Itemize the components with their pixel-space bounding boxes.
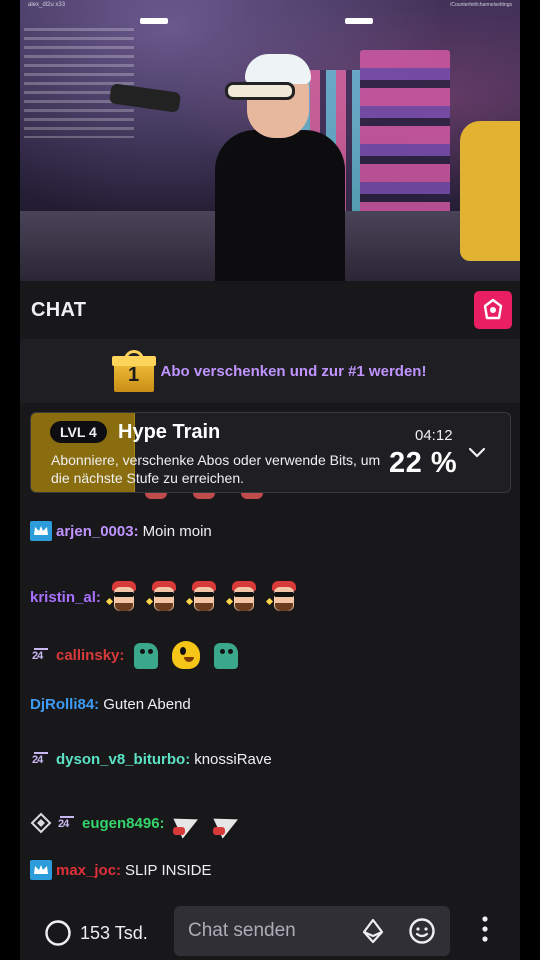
hype-train-percent: 22 % <box>389 447 458 479</box>
emote-dino[interactable] <box>128 637 164 673</box>
gift-number: 1 <box>127 364 140 386</box>
subscriber-badge-icon: 24 <box>56 812 78 834</box>
viewer-count[interactable]: 153 Tsd. <box>44 919 148 947</box>
subscriber-badge-icon: 24 <box>30 644 52 666</box>
prime-badge-icon <box>30 521 52 541</box>
emote-guy[interactable] <box>145 579 181 615</box>
chat-username[interactable]: max_joc: <box>56 862 121 879</box>
chat-message: 24 dyson_v8_biturbo: knossiRave <box>30 748 272 770</box>
hype-train-title: Hype Train <box>118 421 221 443</box>
viewers-icon <box>45 920 71 946</box>
subscriber-badge-icon: 24 <box>30 748 52 770</box>
chat-input-placeholder: Chat senden <box>188 920 296 941</box>
emote-horn[interactable] <box>169 805 205 841</box>
chat-panel: CHAT 1 Abo verschenken und zur #1 werden… <box>20 281 520 960</box>
ceiling-light <box>140 18 168 24</box>
gift-icon: 1 <box>111 350 156 392</box>
video-chair <box>460 121 520 261</box>
hype-train-timer: 04:12 <box>415 427 453 444</box>
chat-message-text: knossiRave <box>194 750 272 768</box>
chat-message-text: Guten Abend <box>103 696 191 713</box>
promo-text: Abo verschenken und zur #1 werden! <box>160 362 427 380</box>
gift-icon <box>483 298 503 320</box>
chat-message: kristin_al: <box>30 579 301 615</box>
chat-username[interactable]: kristin_al: <box>30 589 101 606</box>
stream-overlay-text: alex_dl2u x33 <box>28 2 66 8</box>
chat-username[interactable]: callinsky: <box>56 647 124 664</box>
chat-message: max_joc: SLIP INSIDE <box>30 860 211 880</box>
emote-guy[interactable] <box>265 579 301 615</box>
more-vertical-icon[interactable] <box>479 914 491 944</box>
viewer-count-label: 153 Tsd. <box>80 922 148 943</box>
chat-username[interactable]: DjRolli84: <box>30 696 99 713</box>
chat-bottom-bar: 153 Tsd. Chat senden <box>20 900 520 960</box>
streamer <box>215 54 345 281</box>
emote-guy[interactable] <box>185 579 221 615</box>
gift-promo-banner[interactable]: 1 Abo verschenken und zur #1 werden! <box>20 339 520 403</box>
chat-username[interactable]: eugen8496: <box>82 815 165 832</box>
subscriber-badge-label: 24 <box>32 650 43 662</box>
chat-message: 24 eugen8496: <box>30 805 245 841</box>
gift-sub-button[interactable] <box>474 291 512 329</box>
chat-message-text: Moin moin <box>142 522 212 540</box>
chat-username[interactable]: arjen_0003: <box>56 523 139 540</box>
hype-level-badge: LVL 4 <box>50 421 107 443</box>
hype-train-panel[interactable]: LVL 4 Hype Train Abonniere, verschenke A… <box>30 412 511 493</box>
chat-message: arjen_0003: Moin moin <box>30 521 212 541</box>
chat-message: 24 callinsky: <box>30 637 244 673</box>
subscriber-badge-label: 24 <box>58 818 69 830</box>
emote-guy[interactable] <box>225 579 261 615</box>
stream-overlay-text: /Counterfeit/channelsettings <box>450 2 512 8</box>
stream-chat-overlay <box>24 28 134 138</box>
bits-icon[interactable] <box>360 918 386 944</box>
emote-dino[interactable] <box>208 637 244 673</box>
chat-username[interactable]: dyson_v8_biturbo: <box>56 751 190 768</box>
subscriber-badge-label: 24 <box>32 754 43 766</box>
prime-badge-icon <box>30 860 52 880</box>
emote-guy[interactable] <box>105 579 141 615</box>
emote-blob[interactable] <box>168 637 204 673</box>
chevron-down-icon[interactable] <box>467 443 487 463</box>
video-player[interactable]: alex_dl2u x33 /Counterfeit/channelsettin… <box>20 0 520 281</box>
video-shelf <box>360 50 450 220</box>
emoji-icon[interactable] <box>408 917 436 945</box>
emote-horn[interactable] <box>209 805 245 841</box>
hype-train-description: Abonniere, verschenke Abos oder verwende… <box>51 452 381 486</box>
chat-input[interactable]: Chat senden <box>174 906 450 956</box>
ceiling-light <box>345 18 373 24</box>
chat-header: CHAT <box>20 281 520 339</box>
chat-message: DjRolli84: Guten Abend <box>30 696 191 713</box>
chat-title: CHAT <box>31 298 87 321</box>
chat-message-text: SLIP INSIDE <box>125 861 212 879</box>
moderator-badge-icon <box>30 812 52 834</box>
